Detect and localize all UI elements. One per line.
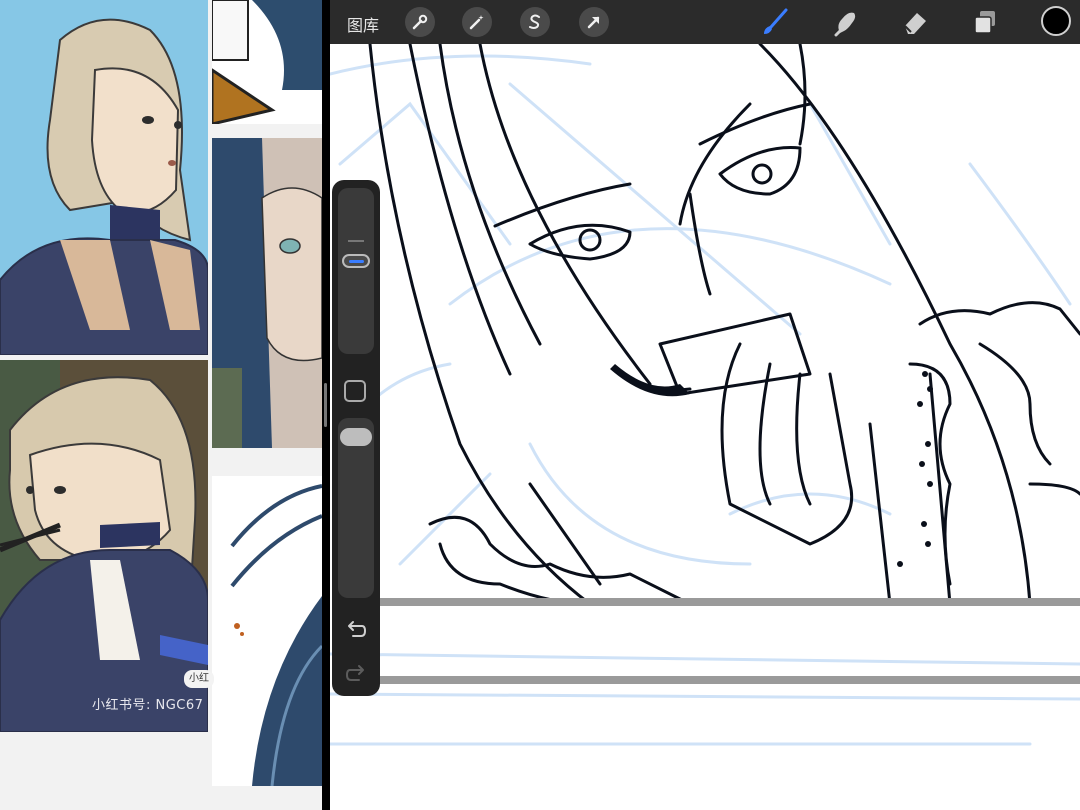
color-picker-button[interactable] xyxy=(1041,6,1071,36)
brush-icon xyxy=(764,8,788,34)
brush-size-thumb[interactable] xyxy=(342,254,370,268)
actions-button[interactable] xyxy=(405,7,435,37)
redo-button[interactable] xyxy=(344,662,368,686)
adjustments-button[interactable] xyxy=(462,7,492,37)
layers-icon xyxy=(974,11,995,34)
brush-size-tick xyxy=(348,240,364,242)
reference-image-2[interactable] xyxy=(212,0,322,124)
modify-button[interactable] xyxy=(344,380,366,402)
brush-tool-button[interactable] xyxy=(759,6,791,38)
layers-button[interactable] xyxy=(969,6,1001,38)
eraser-tool-button[interactable] xyxy=(899,6,931,38)
magic-wand-icon xyxy=(469,15,484,30)
side-bar xyxy=(332,180,380,696)
watermark-badge: 小红 xyxy=(184,670,214,688)
transform-button[interactable] xyxy=(579,7,609,37)
reference-panel: 小红 小红书号: NGC67 xyxy=(0,0,322,810)
wrench-icon xyxy=(412,14,428,30)
smudge-tool-button[interactable] xyxy=(829,6,861,38)
undo-button[interactable] xyxy=(344,618,368,642)
split-view-handle[interactable] xyxy=(324,383,327,427)
redo-icon xyxy=(345,665,364,681)
gallery-button[interactable]: 图库 xyxy=(347,12,379,36)
brush-size-slider[interactable] xyxy=(338,188,374,354)
reference-image-4[interactable] xyxy=(0,360,208,732)
reference-image-1[interactable] xyxy=(0,0,208,355)
selection-s-icon xyxy=(529,14,540,29)
opacity-slider[interactable] xyxy=(338,418,374,598)
undo-icon xyxy=(348,621,367,637)
top-toolbar: 图库 xyxy=(330,0,1080,44)
watermark-text: 小红书号: NGC67 xyxy=(92,698,204,713)
smudge-icon xyxy=(834,12,856,37)
reference-image-5[interactable] xyxy=(212,476,322,786)
opacity-thumb[interactable] xyxy=(340,428,372,446)
drawing-canvas[interactable] xyxy=(330,44,1080,810)
reference-image-3[interactable] xyxy=(212,138,322,448)
eraser-icon xyxy=(904,13,926,34)
arrow-cursor-icon xyxy=(587,16,600,29)
sketch-artwork xyxy=(330,44,1080,746)
selection-button[interactable] xyxy=(520,7,550,37)
